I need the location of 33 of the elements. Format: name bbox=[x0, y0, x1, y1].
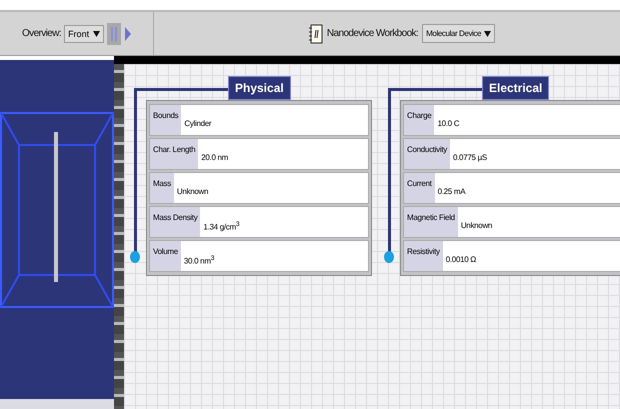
caret-icon bbox=[484, 30, 492, 36]
scrollbar[interactable] bbox=[0, 399, 114, 409]
property-name: Volume bbox=[150, 241, 181, 271]
property-value: Unknown bbox=[460, 220, 492, 232]
property-value: 0.25 mA bbox=[436, 186, 466, 198]
3d-viewport[interactable] bbox=[0, 60, 114, 399]
property-name: Charge bbox=[404, 105, 434, 135]
property-value: Cylinder bbox=[183, 118, 212, 130]
property-name: Magnetic Field bbox=[404, 207, 458, 237]
caret-icon bbox=[93, 30, 100, 36]
property-name: Bounds bbox=[150, 105, 182, 135]
property-name: Resistivity bbox=[404, 241, 443, 271]
play-icon[interactable] bbox=[124, 26, 132, 42]
property-value: 0.0775 µS bbox=[452, 152, 487, 164]
overview-label: Overview: bbox=[22, 28, 62, 39]
property-value: 0.0010 Ω bbox=[444, 254, 476, 266]
panel-title: Electrical bbox=[482, 76, 550, 100]
property-name: Mass Density bbox=[150, 207, 200, 237]
property-value: 10.0 C bbox=[436, 118, 460, 130]
property-value: 30.0 nm$^{3}$ bbox=[182, 254, 214, 268]
property-name: Mass bbox=[150, 173, 174, 203]
property-name: Current bbox=[404, 173, 435, 203]
device-dropdown[interactable]: Molecular Device bbox=[422, 24, 496, 43]
property-value: 20.0 nm bbox=[200, 152, 228, 164]
property-value: 1.34 g/cm$^{3}$ bbox=[202, 220, 240, 234]
pause-icon[interactable] bbox=[107, 22, 122, 44]
panel-title: Physical bbox=[228, 76, 291, 100]
view-dropdown[interactable]: Front bbox=[64, 24, 104, 42]
notebook-icon bbox=[308, 24, 323, 44]
workbook-label: Nanodevice Workbook: bbox=[326, 28, 418, 39]
property-name: Conductivity bbox=[404, 139, 450, 169]
property-name: Char. Length bbox=[150, 139, 198, 169]
property-value: Unknown bbox=[176, 186, 208, 198]
